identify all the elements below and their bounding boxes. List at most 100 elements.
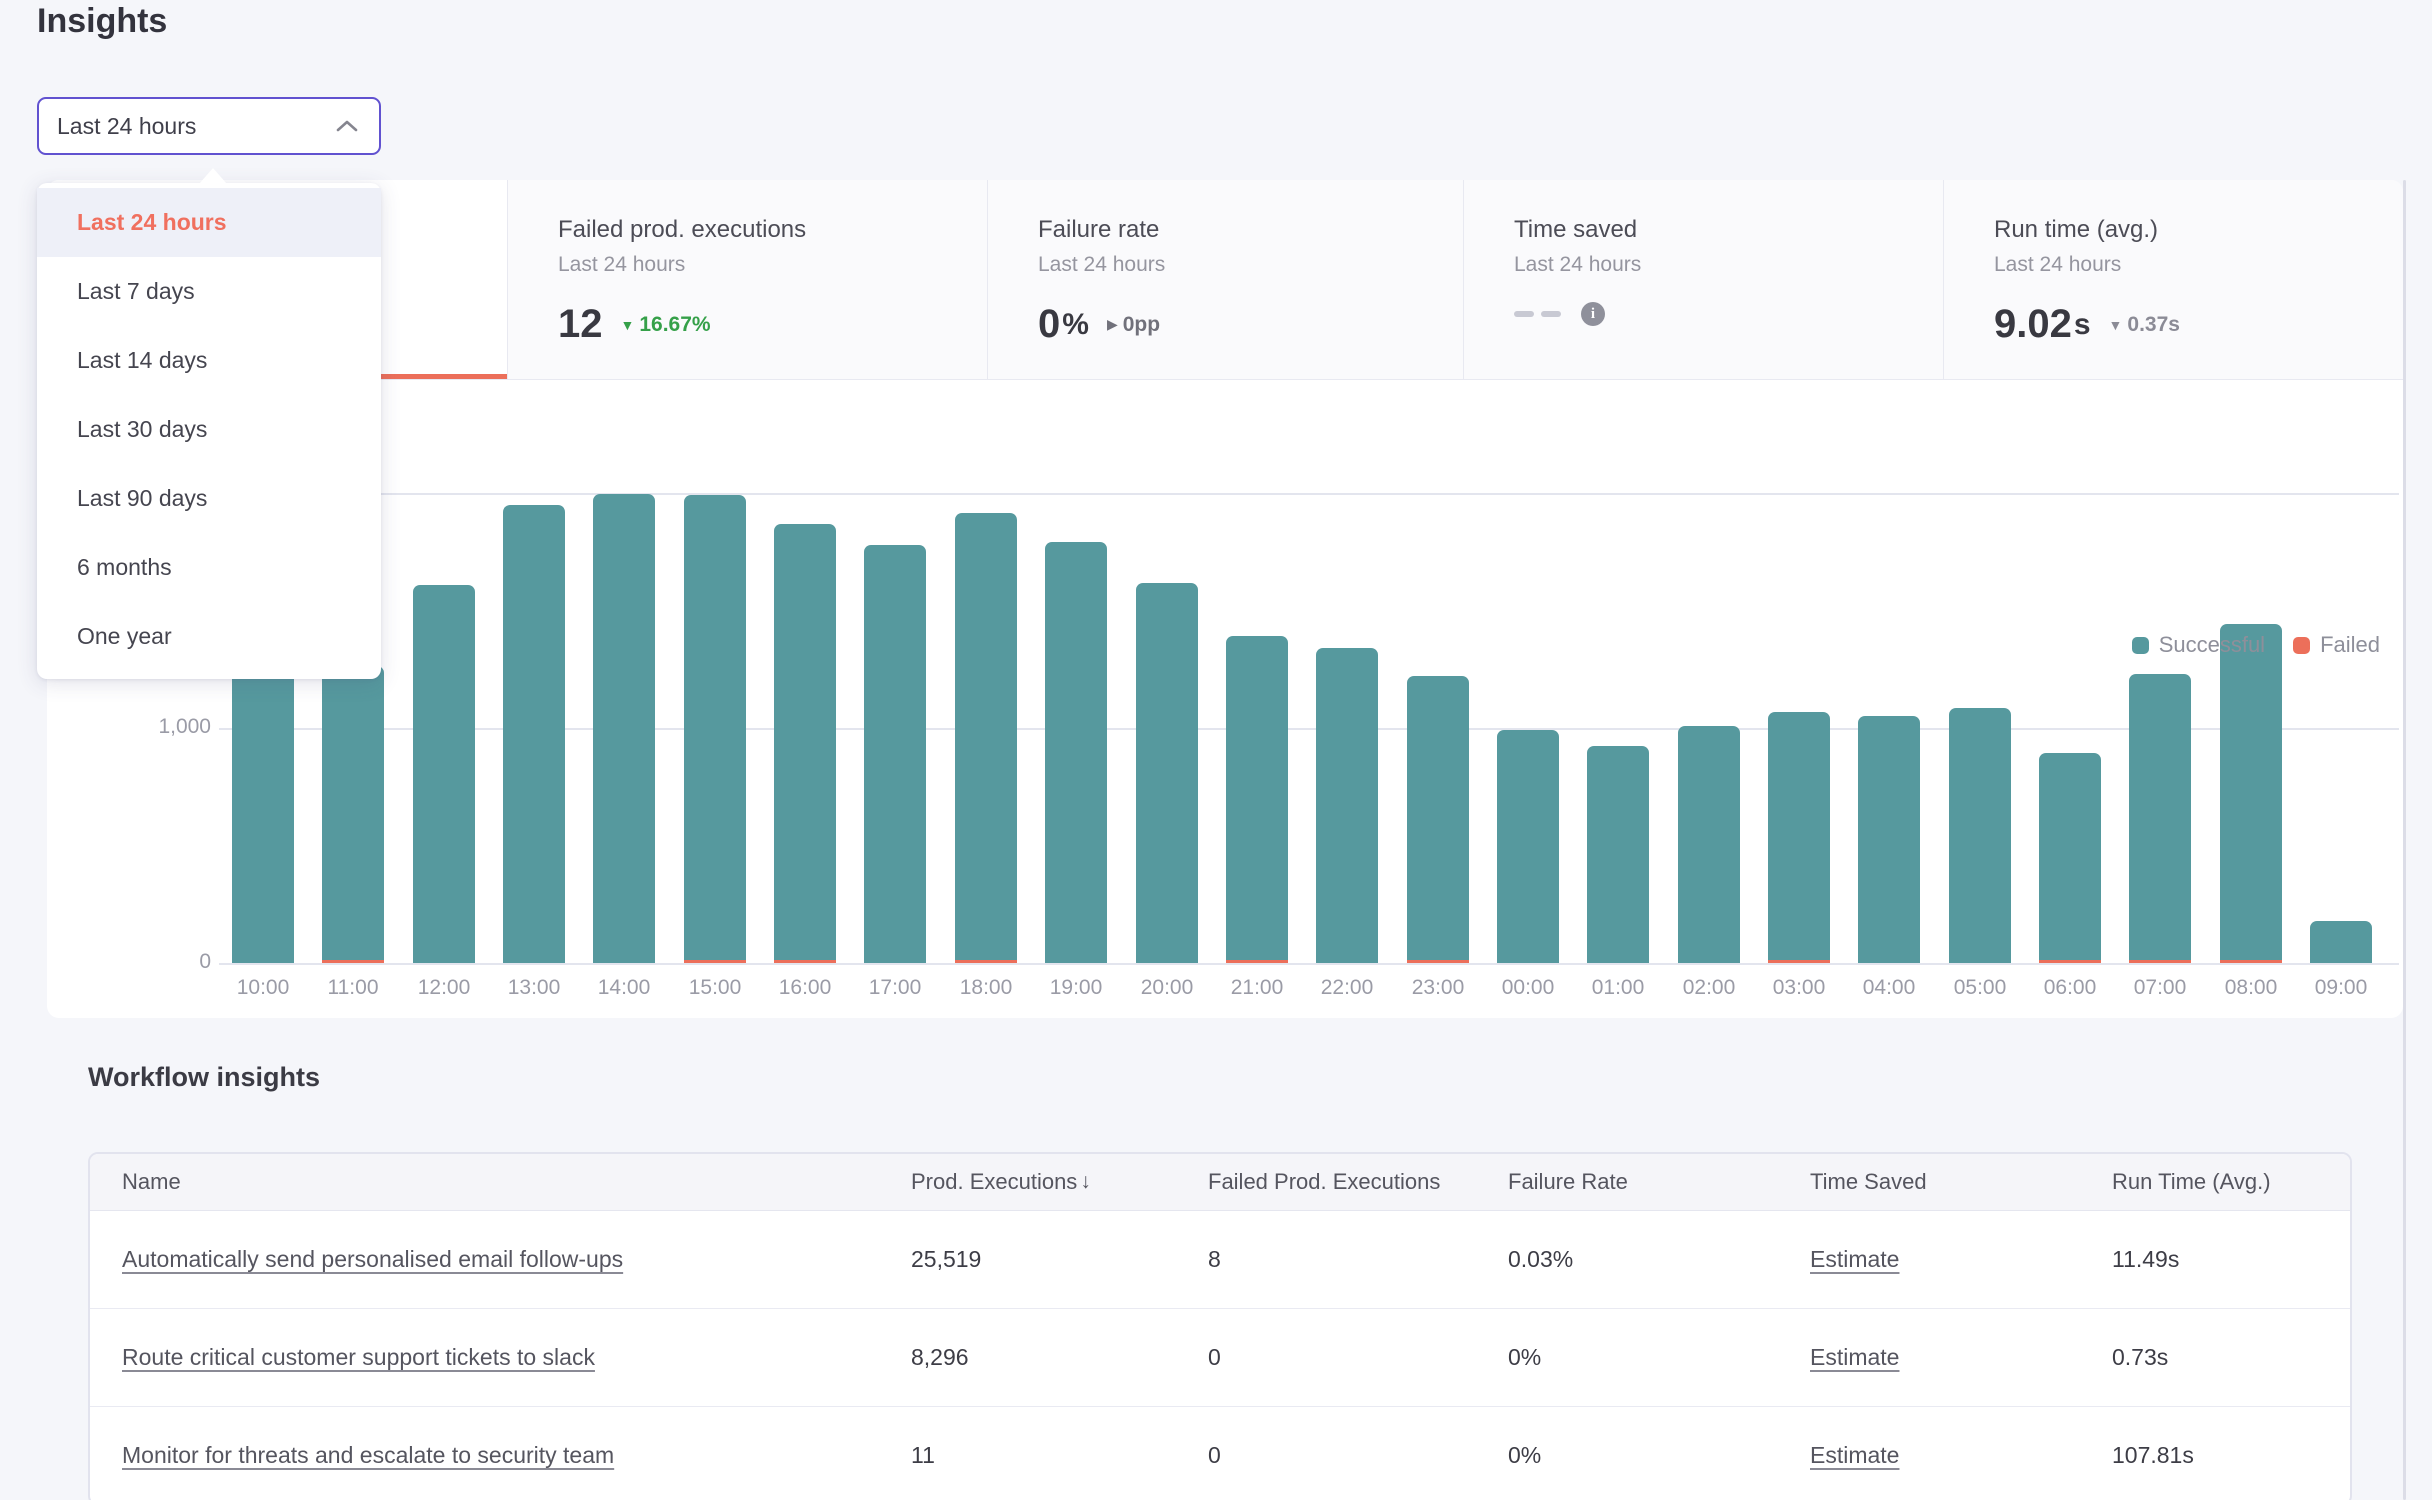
link-name[interactable]: Automatically send personalised email fo… xyxy=(90,1246,911,1273)
column-header-run-time-avg-[interactable]: Run Time (Avg.) xyxy=(2112,1169,2350,1195)
legend-item-failed[interactable]: Failed xyxy=(2293,632,2380,658)
cell-run-time: 11.49s xyxy=(2112,1246,2350,1273)
dash xyxy=(1541,311,1561,317)
x-axis-label-13:00: 13:00 xyxy=(484,976,584,1000)
x-axis-label-15:00: 15:00 xyxy=(665,976,765,1000)
column-header-failed-prod-executions[interactable]: Failed Prod. Executions xyxy=(1208,1169,1508,1195)
bar-09:00 xyxy=(2310,921,2372,963)
link-name[interactable]: Route critical customer support tickets … xyxy=(90,1344,911,1371)
metric-tab-run-time-avg[interactable]: Run time (avg.)Last 24 hours9.02s▼0.37s xyxy=(1943,180,2403,379)
x-axis-label-21:00: 21:00 xyxy=(1207,976,1307,1000)
x-axis-label-19:00: 19:00 xyxy=(1026,976,1126,1000)
column-header-label: Failed Prod. Executions xyxy=(1208,1169,1440,1195)
bar-12:00 xyxy=(413,585,475,963)
bar-failed-15:00 xyxy=(684,960,746,963)
time-range-option-last-24-hours[interactable]: Last 24 hours xyxy=(37,188,381,257)
column-header-label: Name xyxy=(122,1169,181,1195)
insights-panel: Failed prod. executionsLast 24 hours12▼1… xyxy=(47,180,2403,1018)
cell-failure-rate: 0% xyxy=(1508,1344,1810,1371)
scrollbar[interactable] xyxy=(2403,180,2406,1500)
time-range-option-last-14-days[interactable]: Last 14 days xyxy=(37,326,381,395)
column-header-time-saved[interactable]: Time Saved xyxy=(1810,1169,2112,1195)
bar-successful-23:00 xyxy=(1407,676,1469,960)
x-axis-label-08:00: 08:00 xyxy=(2201,976,2301,1000)
cell-failed-prod-executions: 0 xyxy=(1208,1344,1508,1371)
x-axis-label-20:00: 20:00 xyxy=(1117,976,1217,1000)
bar-14:00 xyxy=(593,494,655,963)
legend-label: Successful xyxy=(2159,632,2265,658)
metric-tab-title: Run time (avg.) xyxy=(1994,216,2403,244)
bar-23:00 xyxy=(1407,676,1469,963)
bar-successful-22:00 xyxy=(1316,648,1378,963)
legend-item-successful[interactable]: Successful xyxy=(2132,632,2265,658)
x-axis-label-09:00: 09:00 xyxy=(2291,976,2391,1000)
insights-page: Insights Last 24 hours Failed prod. exec… xyxy=(0,0,2432,1500)
time-range-selected-value: Last 24 hours xyxy=(57,113,196,140)
bar-successful-07:00 xyxy=(2129,674,2191,960)
metric-tab-value-row: 12 ▼16.67% xyxy=(558,302,987,347)
link-time-saved[interactable]: Estimate xyxy=(1810,1246,2112,1273)
x-axis-label-22:00: 22:00 xyxy=(1297,976,1397,1000)
column-header-label: Failure Rate xyxy=(1508,1169,1628,1195)
column-header-prod-executions[interactable]: Prod. Executions↓ xyxy=(911,1169,1208,1195)
time-range-option-last-30-days[interactable]: Last 30 days xyxy=(37,395,381,464)
link-name[interactable]: Monitor for threats and escalate to secu… xyxy=(90,1442,911,1469)
bar-successful-11:00 xyxy=(322,666,384,960)
x-axis-label-16:00: 16:00 xyxy=(755,976,855,1000)
chevron-up-icon xyxy=(335,119,359,133)
metric-tabs: Failed prod. executionsLast 24 hours12▼1… xyxy=(47,180,2403,380)
cell-run-time: 0.73s xyxy=(2112,1344,2350,1371)
time-range-select[interactable]: Last 24 hours xyxy=(37,97,381,155)
column-header-name[interactable]: Name xyxy=(90,1169,911,1195)
time-range-option-last-90-days[interactable]: Last 90 days xyxy=(37,464,381,533)
time-range-option-6-months[interactable]: 6 months xyxy=(37,533,381,602)
bar-successful-08:00 xyxy=(2220,624,2282,960)
column-header-failure-rate[interactable]: Failure Rate xyxy=(1508,1169,1810,1195)
bar-failed-11:00 xyxy=(322,960,384,963)
bar-22:00 xyxy=(1316,648,1378,963)
bar-18:00 xyxy=(955,513,1017,963)
bar-06:00 xyxy=(2039,753,2101,963)
x-axis-label-00:00: 00:00 xyxy=(1478,976,1578,1000)
bar-03:00 xyxy=(1768,712,1830,963)
metric-tab-time-saved[interactable]: Time savedLast 24 hoursi xyxy=(1463,180,1943,379)
bar-successful-19:00 xyxy=(1045,542,1107,963)
bar-failed-23:00 xyxy=(1407,960,1469,963)
cell-failure-rate: 0% xyxy=(1508,1442,1810,1469)
no-data-value xyxy=(1514,311,1561,317)
metric-tab-title: Time saved xyxy=(1514,216,1943,244)
metric-tab-failure-rate[interactable]: Failure rateLast 24 hours0%▶0pp xyxy=(987,180,1463,379)
time-range-dropdown-menu: Last 24 hoursLast 7 daysLast 14 daysLast… xyxy=(37,183,381,679)
x-axis-label-18:00: 18:00 xyxy=(936,976,1036,1000)
bar-successful-05:00 xyxy=(1949,708,2011,963)
metric-tab-value: 12 xyxy=(558,302,603,347)
workflow-insights-heading: Workflow insights xyxy=(88,1062,320,1093)
link-time-saved[interactable]: Estimate xyxy=(1810,1442,2112,1469)
metric-tab-unit: % xyxy=(1062,308,1089,342)
link-time-saved[interactable]: Estimate xyxy=(1810,1344,2112,1371)
chart-gridline xyxy=(219,963,2399,965)
workflow-insights-table: Name Prod. Executions↓Failed Prod. Execut… xyxy=(88,1152,2352,1500)
sort-desc-icon: ↓ xyxy=(1080,1170,1091,1194)
bar-successful-14:00 xyxy=(593,494,655,963)
metric-tab-failed-prod-executions[interactable]: Failed prod. executionsLast 24 hours12▼1… xyxy=(507,180,987,379)
bar-successful-18:00 xyxy=(955,513,1017,960)
bar-19:00 xyxy=(1045,542,1107,963)
metric-tab-value: 0 xyxy=(1038,302,1060,347)
bar-10:00 xyxy=(232,669,294,963)
bar-failed-08:00 xyxy=(2220,960,2282,963)
bar-07:00 xyxy=(2129,674,2191,963)
metric-tab-delta: ▼16.67% xyxy=(621,313,711,337)
cell-prod-executions: 11 xyxy=(911,1442,1208,1469)
time-range-option-one-year[interactable]: One year xyxy=(37,602,381,671)
x-axis-label-06:00: 06:00 xyxy=(2020,976,2120,1000)
bar-successful-15:00 xyxy=(684,495,746,960)
x-axis-label-17:00: 17:00 xyxy=(845,976,945,1000)
info-icon[interactable]: i xyxy=(1581,302,1605,326)
time-range-option-last-7-days[interactable]: Last 7 days xyxy=(37,257,381,326)
metric-tab-delta: ▼0.37s xyxy=(2109,313,2180,337)
metric-tab-value-row: 0%▶0pp xyxy=(1038,302,1463,347)
bar-successful-13:00 xyxy=(503,505,565,963)
bar-17:00 xyxy=(864,545,926,963)
column-header-label: Run Time (Avg.) xyxy=(2112,1169,2271,1195)
